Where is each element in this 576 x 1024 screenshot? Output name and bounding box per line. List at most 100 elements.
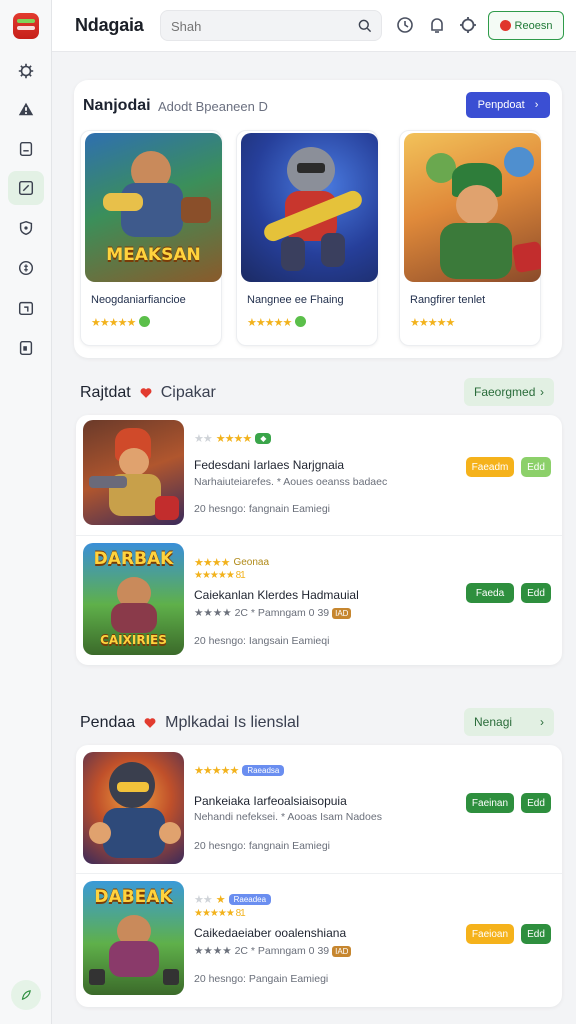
sidebar-item-calendar[interactable] [8,291,44,325]
rating-stars: ★★★★★ Raeadsa [194,764,285,777]
bell-icon[interactable] [427,15,447,35]
app-title: Ndagaia [75,15,144,35]
game-title: Caikedaeiaber ooalenshiana [194,926,347,940]
sidebar-item-security[interactable] [8,211,44,245]
game-thumbnail [83,420,184,525]
primary-action-button[interactable]: Faeioan [466,924,514,944]
game-thumbnail: DABEAK [83,881,184,995]
status-badge: Raeadsa [242,765,285,776]
game-description: Narhaiuteiarefes. * Aoues oeanss badaec [194,476,388,488]
chevron-right-icon: › [540,715,544,729]
settings-icon[interactable] [458,15,478,35]
rating-stars: ★★ ★ Raeadea [194,893,272,906]
edit-icon [18,180,34,196]
section-title: Rajtdat [80,384,131,401]
game-meta: 20 hesngo: fangnain Eamiegi [194,840,331,852]
secondary-rating: ★★★★★ 81 [194,908,246,919]
secondary-action-button[interactable]: Edd [521,924,551,944]
section-more-label: Nenagi [474,715,513,729]
sidebar-item-edit[interactable] [8,171,44,205]
game-thumbnail [404,133,541,282]
section-title: Pendaa [80,714,136,731]
clock-icon[interactable] [395,15,415,35]
primary-action-button[interactable]: Faeda [466,583,514,603]
secondary-action-button[interactable]: Edd [521,583,551,603]
secondary-action-button[interactable]: Edd [521,793,551,813]
rating-stars: ★★★★★ [91,316,151,329]
chevron-right-icon: › [540,385,544,399]
featured-more-button[interactable]: Penpdoat › [466,92,550,118]
section-subtitle: Mplkadai Is lienslal [165,714,300,731]
search-box[interactable] [160,10,382,41]
game-name: Rangfirer tenlet [410,294,486,306]
game-name: Neogdaniarfiancioe [91,294,186,306]
section-header: Pendaa Mplkadai Is lienslal [80,714,299,732]
rating-filled: ★ [215,894,226,906]
section-more-button[interactable]: Faeorgmed › [464,378,554,406]
rating-stars: ★★★★★ [247,316,307,329]
game-logo-text: MEAKSAN [106,245,201,265]
section-header: Rajtdat Cipakar [80,384,216,402]
featured-card[interactable]: Nangnee ee Fhaing ★★★★★ [236,130,378,346]
game-description: ★★★★ 2C * Pamngam 0 39 IAD [194,945,352,957]
search-input[interactable] [171,17,351,35]
rating-stars: ★★★★ Geonaa [194,556,269,569]
top-bar: Ndagaia Reoesn [52,0,576,52]
register-icon [499,20,511,31]
coin-icon [18,260,34,276]
game-title: Pankeiaka Iarfeoalsiaisopuia [194,794,347,808]
game-name: Nangnee ee Fhaing [247,294,344,306]
featured-subtitle: Adodt Bpeaneen D [158,99,268,114]
game-thumbnail: MEAKSAN [85,133,222,282]
shield-icon [19,220,33,236]
game-meta: 20 hesngo: Iangsain Eamieqi [194,635,330,647]
primary-action-button[interactable]: Faeinan [466,793,514,813]
sidebar-item-wallet[interactable] [8,251,44,285]
file-icon [19,340,33,356]
game-meta: 20 hesngo: fangnain Eamiegi [194,503,331,515]
game-description: Nehandi nefeksei. * Aooas Isam Nadoes [194,811,382,823]
game-logo-text: DARBAK [93,549,174,569]
verified-icon [139,316,151,327]
chevron-right-icon: › [534,99,539,111]
list-item[interactable]: DABEAK ★★ ★ Raeadea ★★★★★ 81 Caikedaeiab… [76,873,562,1003]
section-more-label: Faeorgmed [474,385,536,399]
primary-action-button[interactable]: Faeadm [466,457,514,477]
game-list: ★★★★★ Raeadsa Pankeiaka Iarfeoalsiaisopu… [76,745,562,1007]
search-icon[interactable] [357,18,373,34]
secondary-rating: ★★★★★ 81 [194,570,246,581]
list-item[interactable]: DARBAK CAIXIRIES ★★★★ Geonaa ★★★★★ 81 Ca… [76,535,562,655]
sidebar-help-button[interactable] [11,980,41,1010]
sidebar-item-documents[interactable] [8,132,44,166]
game-meta: 20 hesngo: Pangain Eamiegi [194,973,329,985]
list-item[interactable]: ★★ ★★★★ ◆ Fedesdani Iarlaes Narjgnaia Na… [76,415,562,533]
featured-card[interactable]: MEAKSAN Neogdaniarfiancioe ★★★★★ [80,130,222,346]
game-thumbnail [83,752,184,864]
verified-icon [295,316,307,327]
featured-more-label: Penpdoat [477,99,525,111]
secondary-action-button[interactable]: Edd [521,457,551,477]
register-button[interactable]: Reoesn [488,11,564,40]
game-thumbnail: DARBAK CAIXIRIES [83,543,184,655]
app-logo-icon[interactable] [13,13,39,39]
sidebar-item-files[interactable] [8,331,44,365]
sidebar-item-settings[interactable] [8,54,44,88]
game-logo-subtext: CAIXIRIES [100,633,167,647]
rating-filled: ★★★★★ [194,765,239,777]
rating-empty: ★★ [194,433,213,445]
heart-icon [144,718,156,728]
status-badge: ◆ [255,433,272,444]
sidebar [0,0,52,1024]
gear-icon [18,63,34,79]
game-list: ★★ ★★★★ ◆ Fedesdani Iarlaes Narjgnaia Na… [76,415,562,665]
game-description: ★★★★ 2C * Pamngam 0 39 IAD [194,607,352,619]
heart-icon [140,388,152,398]
featured-card[interactable]: Rangfirer tenlet ★★★★★ [399,130,541,346]
warning-icon [18,102,34,116]
rating-empty: ★★ [194,894,213,906]
section-more-button[interactable]: Nenagi › [464,708,554,736]
game-title: Fedesdani Iarlaes Narjgnaia [194,458,345,472]
list-item[interactable]: ★★★★★ Raeadsa Pankeiaka Iarfeoalsiaisopu… [76,745,562,869]
sidebar-item-alerts[interactable] [8,92,44,126]
rating-stars: ★★★★★ [410,317,455,329]
